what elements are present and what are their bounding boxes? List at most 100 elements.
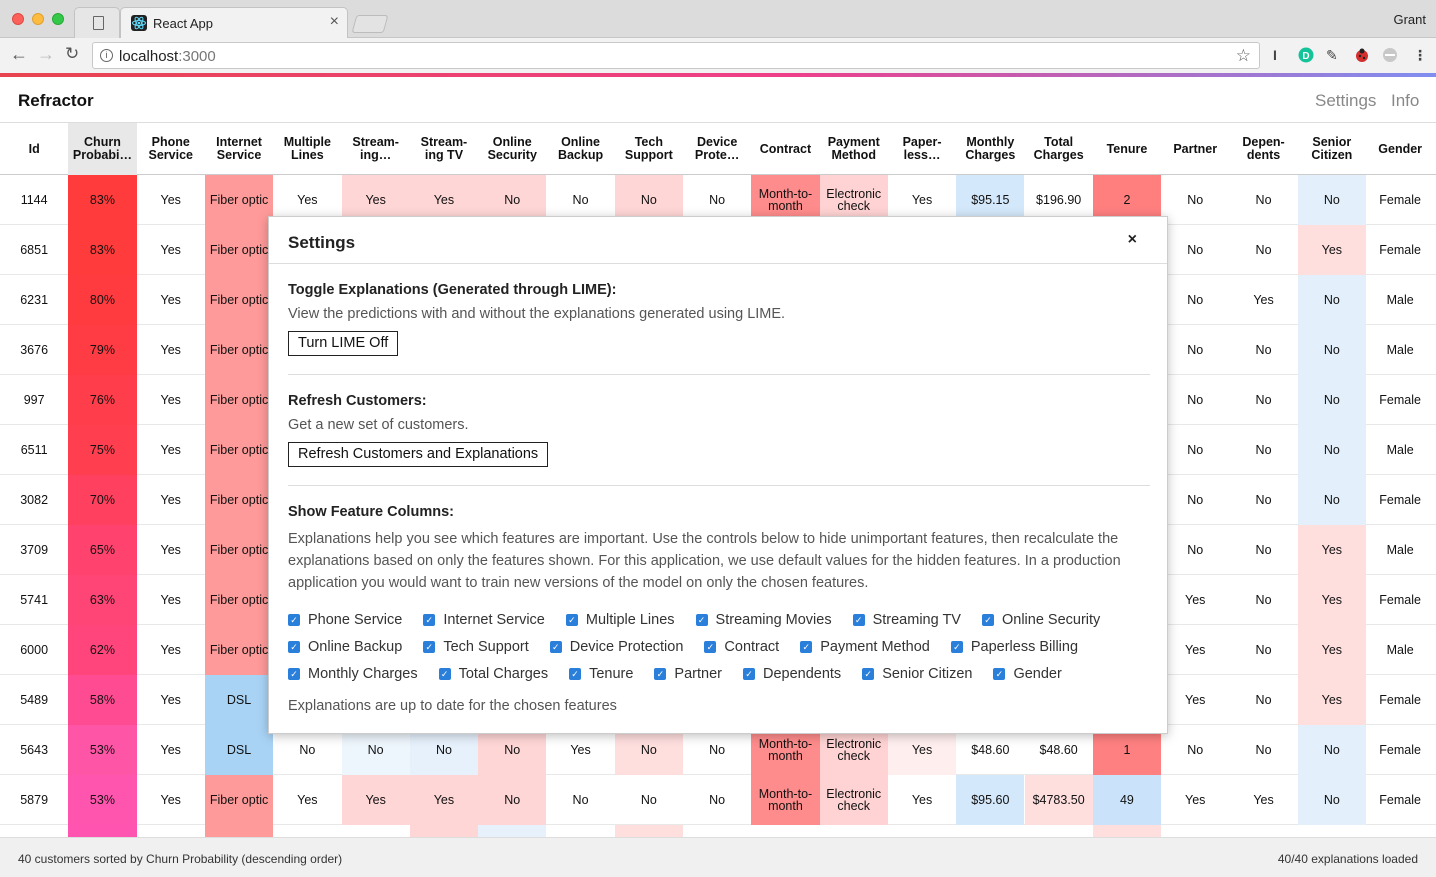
- column-header-partner[interactable]: Partner: [1161, 123, 1229, 175]
- checkbox-partner[interactable]: ✓ Partner: [654, 666, 722, 682]
- turn-lime-off-button[interactable]: Turn LIME Off: [288, 331, 399, 356]
- checkbox-label: Device Protection: [569, 638, 684, 655]
- bookmark-star-icon[interactable]: ☆: [1236, 46, 1251, 66]
- browser-tab-active[interactable]: React App ×: [120, 7, 348, 39]
- checkbox-label: Partner: [674, 665, 722, 682]
- checkmark-icon[interactable]: ✓: [993, 667, 1006, 680]
- checkmark-icon[interactable]: ✓: [654, 667, 667, 680]
- checkbox-device-protection[interactable]: ✓ Device Protection: [549, 638, 684, 655]
- column-header-paper-less[interactable]: Paper-less…: [888, 123, 956, 175]
- refresh-customers-button[interactable]: Refresh Customers and Explanations: [288, 442, 549, 467]
- checkmark-icon[interactable]: ✓: [800, 640, 813, 653]
- column-header-id[interactable]: Id: [0, 123, 68, 175]
- checkmark-icon[interactable]: ✓: [438, 667, 451, 680]
- checkmark-icon[interactable]: ✓: [423, 640, 436, 653]
- cell-total-charges: [1025, 825, 1093, 837]
- table-row[interactable]: [0, 825, 1436, 837]
- checkbox-streaming-tv[interactable]: ✓ Streaming TV: [852, 612, 961, 628]
- checkmark-icon[interactable]: ✓: [288, 667, 300, 680]
- column-header-online-security[interactable]: Online Security: [478, 123, 546, 175]
- checkmark-icon[interactable]: ✓: [288, 640, 300, 653]
- nav-info-link[interactable]: Info: [1391, 91, 1419, 111]
- profile-name[interactable]: Grant: [1393, 12, 1426, 27]
- menu-kebab-icon[interactable]: ⋮: [1413, 47, 1427, 64]
- checkbox-gender[interactable]: ✓ Gender: [993, 666, 1062, 682]
- column-header-phone-service[interactable]: Phone Service: [137, 123, 205, 175]
- checkbox-payment-method[interactable]: ✓ Payment Method: [800, 639, 930, 655]
- column-header-stream-ing[interactable]: Stream-ing…: [342, 123, 410, 175]
- checkmark-icon[interactable]: ✓: [569, 667, 582, 680]
- cell-gender: Male: [1386, 643, 1414, 657]
- cell-multiple-lines: Yes: [297, 793, 318, 807]
- checkmark-icon[interactable]: ✓: [288, 613, 300, 626]
- checkbox-multiple-lines[interactable]: ✓ Multiple Lines: [565, 612, 675, 628]
- checkbox-online-backup[interactable]: ✓ Online Backup: [288, 639, 402, 655]
- checkmark-icon[interactable]: ✓: [862, 667, 875, 680]
- tab-close-icon[interactable]: ×: [330, 13, 339, 31]
- column-header-device-prote[interactable]: Device Prote…: [683, 123, 751, 175]
- column-header-depen-dents[interactable]: Depen-dents: [1229, 123, 1297, 175]
- checkmark-icon[interactable]: ✓: [852, 613, 865, 626]
- column-header-churn-probabi[interactable]: Churn Probabi…: [68, 123, 137, 175]
- checkbox-internet-service[interactable]: ✓ Internet Service: [423, 612, 545, 628]
- text-cursor-extension-icon[interactable]: I: [1273, 47, 1277, 63]
- checkbox-total-charges[interactable]: ✓ Total Charges: [438, 666, 548, 682]
- nav-settings-link[interactable]: Settings: [1315, 91, 1376, 111]
- pin-extension-icon[interactable]: ✎: [1326, 47, 1338, 64]
- info-icon[interactable]: i: [100, 49, 113, 62]
- column-header-senior-citizen[interactable]: Senior Citizen: [1298, 123, 1366, 175]
- cell-senior-citizen: No: [1297, 375, 1366, 425]
- ladybug-extension-icon[interactable]: [1354, 47, 1370, 66]
- checkmark-icon[interactable]: ✓: [950, 640, 963, 653]
- minimize-window-button[interactable]: [32, 13, 44, 25]
- checkbox-dependents[interactable]: ✓ Dependents: [742, 666, 841, 682]
- column-header-total-charges[interactable]: Total Charges: [1025, 123, 1093, 175]
- cell-churn-probabi: 79%: [68, 325, 137, 375]
- column-header-gender[interactable]: Gender: [1366, 123, 1434, 175]
- new-tab-button[interactable]: [351, 15, 389, 33]
- brand-title[interactable]: Refractor: [18, 91, 94, 111]
- explanations-status-text: 40/40 explanations loaded: [1277, 852, 1418, 866]
- checkmark-icon[interactable]: ✓: [695, 613, 708, 626]
- checkbox-monthly-charges[interactable]: ✓ Monthly Charges: [288, 666, 418, 682]
- gray-extension-icon[interactable]: [1382, 47, 1398, 66]
- checkbox-online-security[interactable]: ✓ Online Security: [981, 612, 1100, 628]
- features-section-title: Show Feature Columns:: [288, 504, 454, 520]
- url-text[interactable]: localhost:3000: [119, 48, 216, 65]
- reload-icon[interactable]: ↻: [65, 44, 79, 64]
- column-header-monthly-charges[interactable]: Monthly Charges: [956, 123, 1024, 175]
- checkbox-contract[interactable]: ✓ Contract: [704, 639, 779, 655]
- grammar-extension-icon[interactable]: D: [1298, 47, 1314, 66]
- column-header-online-backup[interactable]: Online Backup: [546, 123, 614, 175]
- checkbox-streaming-movies[interactable]: ✓ Streaming Movies: [695, 612, 832, 628]
- feature-checkbox-list: ✓ Phone Service ✓ Internet Service ✓ Multiple…: [288, 606, 1158, 687]
- address-bar[interactable]: i localhost:3000 ☆: [92, 42, 1260, 69]
- checkmark-icon[interactable]: ✓: [981, 613, 994, 626]
- table-row[interactable]: 5879 53% Yes Fiber optic Yes Yes Yes No No No No Mo…: [0, 775, 1436, 825]
- checkbox-senior-citizen[interactable]: ✓ Senior Citizen: [862, 666, 972, 682]
- column-header-contract[interactable]: Contract: [751, 123, 819, 175]
- checkmark-icon[interactable]: ✓: [423, 613, 436, 626]
- checkmark-icon[interactable]: ✓: [565, 613, 578, 626]
- maximize-window-button[interactable]: [52, 13, 64, 25]
- column-header-tech-support[interactable]: Tech Support: [615, 123, 683, 175]
- checkmark-icon[interactable]: ✓: [549, 640, 562, 653]
- forward-arrow-icon[interactable]: →: [37, 44, 55, 65]
- checkbox-tenure[interactable]: ✓ Tenure: [569, 666, 633, 682]
- checkmark-icon[interactable]: ✓: [742, 667, 755, 680]
- column-header-internet-service[interactable]: Internet Service: [205, 123, 273, 175]
- checkbox-tech-support[interactable]: ✓ Tech Support: [423, 639, 529, 655]
- column-header-payment-method[interactable]: Payment Method: [820, 123, 888, 175]
- checkbox-phone-service[interactable]: ✓ Phone Service: [288, 612, 402, 628]
- checkbox-paperless-billing[interactable]: ✓ Paperless Billing: [950, 639, 1078, 655]
- cell-partner: No: [1187, 543, 1204, 557]
- column-header-tenure[interactable]: Tenure: [1093, 123, 1161, 175]
- checkmark-icon[interactable]: ✓: [704, 640, 717, 653]
- column-header-multiple-lines[interactable]: Multiple Lines: [273, 123, 341, 175]
- column-header-stream-ing-tv[interactable]: Stream-ing TV: [410, 123, 478, 175]
- back-arrow-icon[interactable]: ←: [10, 44, 28, 65]
- cell-id: 6000: [20, 643, 49, 657]
- modal-close-icon[interactable]: ×: [1128, 231, 1137, 249]
- blank-tab[interactable]: [74, 7, 120, 38]
- close-window-button[interactable]: [12, 13, 24, 25]
